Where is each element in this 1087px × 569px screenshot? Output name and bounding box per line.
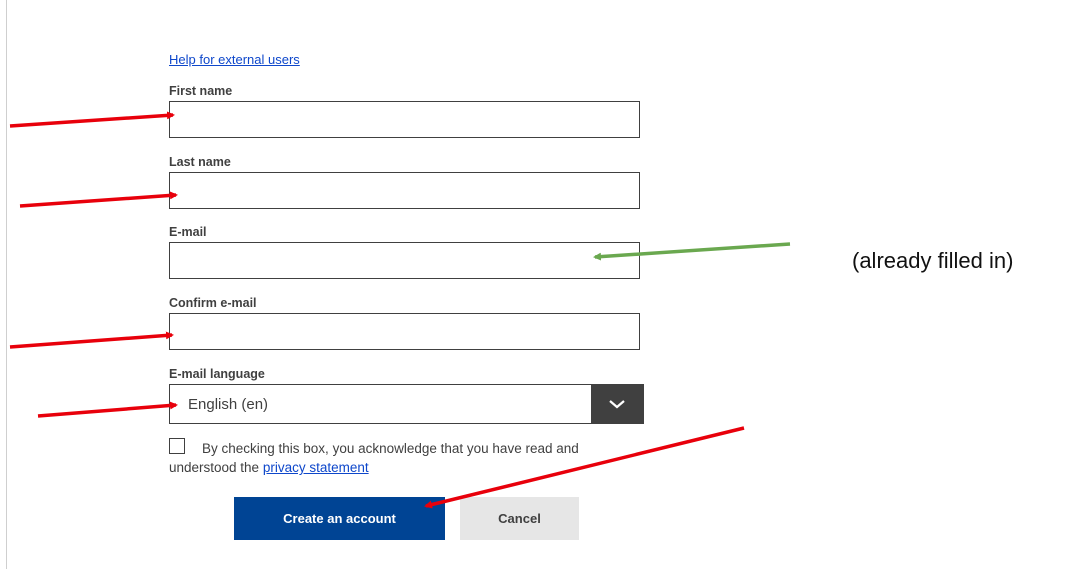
last-name-input[interactable] [169, 172, 640, 209]
arrow-right-icon [37, 401, 178, 418]
annotation-note: (already filled in) [852, 248, 1014, 273]
first-name-input[interactable] [169, 101, 640, 138]
privacy-statement-link[interactable]: privacy statement [263, 460, 369, 475]
email-language-label: E-mail language [169, 367, 265, 381]
arrow-right-icon [9, 111, 175, 128]
consent-text: By checking this box, you acknowledge th… [169, 439, 639, 477]
select-toggle-button[interactable] [591, 385, 643, 423]
last-name-label: Last name [169, 155, 231, 169]
annotation-arrows [9, 111, 791, 509]
cancel-button[interactable]: Cancel [460, 497, 579, 540]
page: Help for external users First name Last … [0, 0, 1087, 569]
email-label: E-mail [169, 225, 207, 239]
confirm-email-input[interactable] [169, 313, 640, 350]
email-language-value: English (en) [188, 396, 269, 413]
consent-text-body: By checking this box, you acknowledge th… [169, 441, 579, 475]
arrow-right-icon [9, 331, 174, 349]
create-account-button[interactable]: Create an account [234, 497, 445, 540]
email-input[interactable] [169, 242, 640, 279]
confirm-email-label: Confirm e-mail [169, 296, 257, 310]
chevron-down-icon [609, 400, 625, 409]
first-name-label: First name [169, 84, 233, 98]
help-link[interactable]: Help for external users [169, 52, 300, 67]
arrow-right-icon [19, 191, 178, 208]
email-language-select[interactable]: English (en) [169, 384, 644, 424]
left-divider [6, 0, 7, 569]
